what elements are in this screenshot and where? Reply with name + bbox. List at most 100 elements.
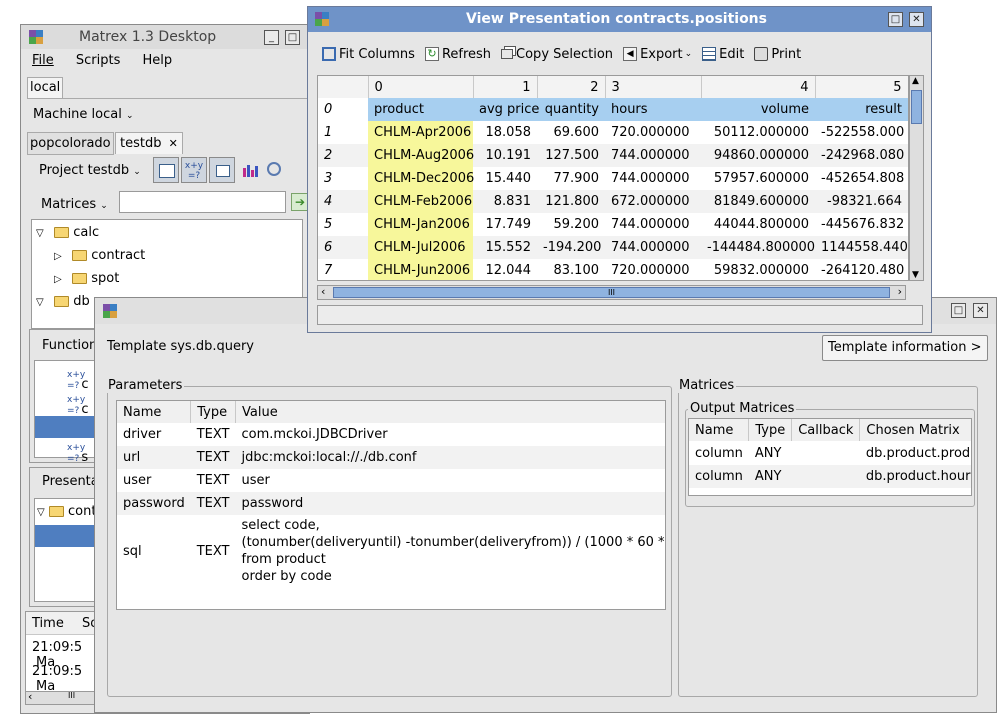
cell-result[interactable]: -242968.080 [815, 144, 908, 167]
output-row[interactable]: column ANY db.product.product [689, 441, 971, 465]
cell-quantity[interactable]: 121.800 [537, 190, 605, 213]
expanded-triangle-icon[interactable]: ▽ [37, 507, 45, 518]
matrices-dropdown[interactable]: Matrices ⌄ [41, 195, 108, 216]
presentation-icon[interactable] [209, 157, 235, 183]
function-item[interactable]: x+y =? s [67, 444, 88, 465]
grid-hscrollbar[interactable]: ‹ III › [317, 285, 906, 300]
copy-selection-button[interactable]: Copy Selection [501, 47, 613, 62]
refresh-button[interactable]: ↻ Refresh [424, 47, 491, 62]
cell-product[interactable]: CHLM-Jan2006 [368, 213, 473, 236]
cell-avg-price[interactable]: 8.831 [473, 190, 537, 213]
collapsed-triangle-icon[interactable]: ▷ [54, 271, 68, 289]
menu-file[interactable]: File [32, 53, 54, 68]
header-cell[interactable]: hours [605, 98, 701, 121]
scroll-up-icon[interactable]: ▲ [912, 76, 919, 86]
tab-local[interactable]: local [27, 77, 63, 98]
header-cell[interactable]: avg price [473, 98, 539, 121]
formula-icon[interactable]: x+y =? [181, 157, 207, 183]
cell-product[interactable]: CHLM-Dec2006 [368, 167, 474, 190]
cell-hours[interactable]: 744.000000 [605, 213, 701, 236]
table-view-icon[interactable] [153, 157, 179, 183]
scroll-left-icon[interactable]: ‹ [28, 690, 32, 703]
cell-avg-price[interactable]: 12.044 [473, 259, 537, 280]
cell-volume[interactable]: 94860.000000 [701, 144, 815, 167]
table-row[interactable]: 6 CHLM-Jul2006 15.552 -194.200 744.00000… [318, 236, 908, 259]
cell-quantity[interactable]: 69.600 [537, 121, 605, 144]
cell-avg-price[interactable]: 15.440 [473, 167, 537, 190]
col-number[interactable]: 4 [701, 76, 816, 98]
cell-result[interactable]: -98321.664 [815, 190, 908, 213]
table-row[interactable]: 1 CHLM-Apr2006 18.058 69.600 720.000000 … [318, 121, 908, 144]
export-button[interactable]: ◀ Export ⌄ [623, 47, 692, 62]
param-header-value[interactable]: Value [235, 401, 665, 423]
scroll-left-icon[interactable]: ‹ [321, 285, 325, 298]
cell-product[interactable]: CHLM-Feb2006 [368, 190, 473, 213]
machine-dropdown[interactable]: Machine local ⌄ [33, 105, 134, 125]
param-value[interactable]: password [235, 492, 665, 515]
presentation-folder[interactable]: ▽ cont [37, 503, 96, 522]
cell-volume[interactable]: 44044.800000 [701, 213, 815, 236]
log-header-time[interactable]: Time [32, 616, 64, 631]
param-row[interactable]: url TEXT jdbc:mckoi:local://./db.conf [117, 446, 665, 469]
template-info-button[interactable]: Template information > [822, 335, 988, 361]
col-number[interactable]: 3 [605, 76, 702, 98]
network-icon[interactable] [267, 162, 281, 176]
maximize-icon[interactable]: □ [951, 303, 966, 318]
param-value[interactable]: com.mckoi.JDBCDriver [236, 423, 666, 446]
cell-avg-price[interactable]: 15.552 [473, 236, 537, 259]
expanded-triangle-icon[interactable]: ▽ [36, 225, 50, 243]
param-value-sql[interactable]: select code, (tonumber(deliveryuntil) -t… [236, 515, 666, 587]
function-item[interactable]: x+y =? c [67, 371, 88, 392]
cell-volume[interactable]: 50112.000000 [701, 121, 815, 144]
cell-result[interactable]: -522558.000 [815, 121, 908, 144]
tree-item-spot[interactable]: ▷ spot [54, 270, 119, 289]
header-cell[interactable]: volume [701, 98, 815, 121]
cell-quantity[interactable]: 127.500 [537, 144, 605, 167]
output-matrix[interactable]: db.product.hours [859, 465, 971, 488]
output-header-type[interactable]: Type [748, 419, 793, 441]
tree-item-calc[interactable]: ▽ calc [36, 224, 99, 243]
col-number[interactable]: 0 [368, 76, 474, 98]
cell-quantity[interactable]: 77.900 [537, 167, 605, 190]
project-tab-popcolorado[interactable]: popcolorado [27, 132, 114, 155]
fit-columns-button[interactable]: Fit Columns [322, 47, 415, 62]
close-icon[interactable]: ✕ [973, 303, 988, 318]
cell-result[interactable]: -445676.832 [815, 213, 908, 236]
presentation-titlebar[interactable]: View Presentation contracts.positions □ … [308, 7, 931, 32]
param-value[interactable]: jdbc:mckoi:local://./db.conf [235, 446, 665, 469]
cell-hours[interactable]: 744.000000 [605, 236, 701, 259]
cell-product[interactable]: CHLM-Jun2006 [368, 259, 473, 280]
minimize-icon[interactable]: _ [264, 30, 279, 45]
col-number[interactable]: 5 [815, 76, 908, 98]
cell-volume[interactable]: -144484.800000 [701, 236, 815, 259]
cell-product[interactable]: CHLM-Jul2006 [368, 236, 473, 259]
menu-scripts[interactable]: Scripts [76, 53, 120, 68]
col-number[interactable]: 2 [537, 76, 606, 98]
grid-vscrollbar[interactable]: ▲ ▼ [909, 75, 924, 281]
desktop-titlebar[interactable]: Matrex 1.3 Desktop _ □ [21, 25, 309, 49]
hscroll-thumb[interactable]: III [333, 287, 890, 298]
cell-product[interactable]: CHLM-Aug2006 [368, 144, 474, 167]
param-value[interactable]: user [236, 469, 666, 492]
cell-volume[interactable]: 57957.600000 [701, 167, 815, 190]
col-number[interactable]: 1 [473, 76, 538, 98]
table-row[interactable]: 2 CHLM-Aug2006 10.191 127.500 744.000000… [318, 144, 908, 167]
output-header-callback[interactable]: Callback [791, 419, 861, 441]
table-row[interactable]: 7 CHLM-Jun2006 12.044 83.100 720.000000 … [318, 259, 908, 280]
header-cell[interactable]: result [815, 98, 908, 121]
close-icon[interactable]: ✕ [909, 12, 924, 27]
table-row[interactable]: 4 CHLM-Feb2006 8.831 121.800 672.000000 … [318, 190, 908, 213]
cell-quantity[interactable]: 83.100 [537, 259, 605, 280]
menu-help[interactable]: Help [143, 53, 173, 68]
project-tab-testdb[interactable]: testdb ✕ [115, 132, 183, 154]
table-row[interactable]: 5 CHLM-Jan2006 17.749 59.200 744.000000 … [318, 213, 908, 236]
print-button[interactable]: Print [754, 47, 801, 62]
header-cell[interactable]: product [368, 98, 473, 121]
cell-avg-price[interactable]: 10.191 [473, 144, 537, 167]
output-header-matrix[interactable]: Chosen Matrix [859, 419, 971, 441]
tree-item-db[interactable]: ▽ db [36, 293, 90, 312]
table-row[interactable]: 3 CHLM-Dec2006 15.440 77.900 744.000000 … [318, 167, 908, 190]
cell-hours[interactable]: 720.000000 [605, 259, 701, 280]
cell-avg-price[interactable]: 18.058 [473, 121, 537, 144]
param-header-name[interactable]: Name [117, 401, 192, 423]
